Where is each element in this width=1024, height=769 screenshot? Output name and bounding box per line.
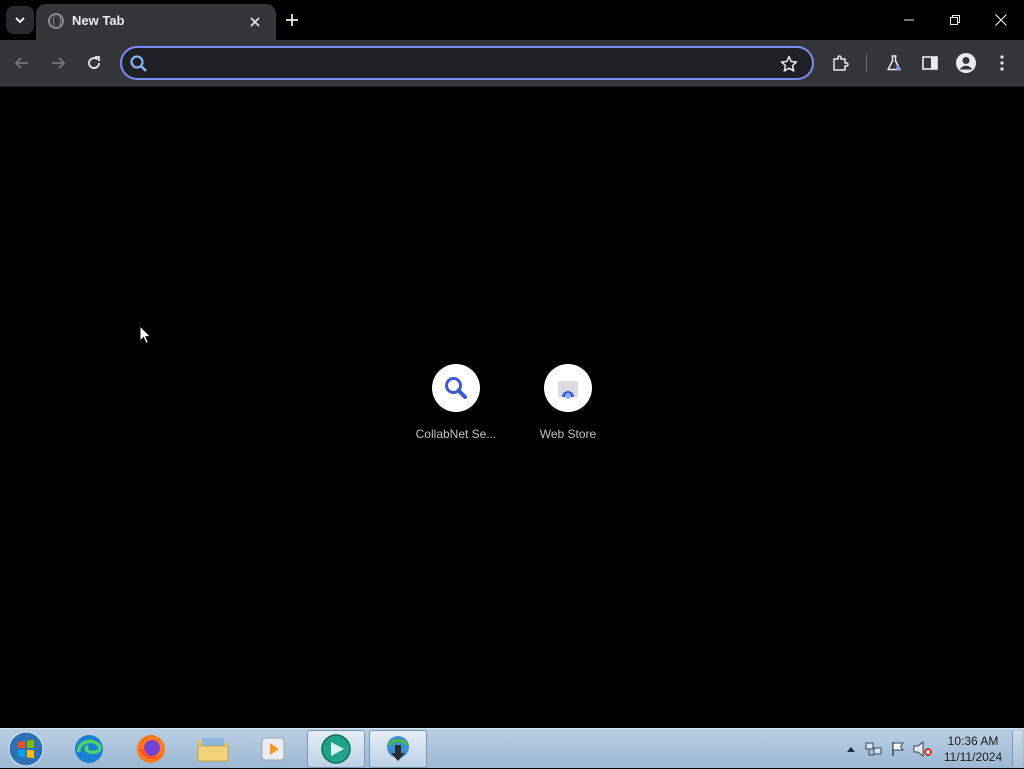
- browser-app-icon: [321, 734, 351, 764]
- web-store-icon: [558, 381, 578, 399]
- labs-button[interactable]: [878, 47, 910, 79]
- taskbar-edge[interactable]: [60, 730, 118, 768]
- toolbar-divider: [866, 54, 867, 72]
- globe-icon: [48, 13, 64, 29]
- star-icon: [780, 55, 798, 72]
- restore-button[interactable]: [932, 0, 978, 40]
- tab-search-button[interactable]: [6, 6, 34, 34]
- shortcut-icon-circle: [544, 364, 592, 412]
- edge-icon: [75, 735, 103, 763]
- shortcut-icon-circle: [432, 364, 480, 412]
- shortcut-label: Web Store: [539, 427, 597, 441]
- mouse-cursor-icon: [139, 325, 152, 345]
- tray-action-center[interactable]: [888, 729, 908, 769]
- back-button[interactable]: [6, 47, 38, 79]
- show-desktop-button[interactable]: [1012, 731, 1022, 767]
- close-window-button[interactable]: [978, 0, 1024, 40]
- clock-time: 10:36 AM: [947, 734, 999, 748]
- shortcut-label: CollabNet Se...: [415, 427, 497, 441]
- minimize-button[interactable]: [886, 0, 932, 40]
- folder-icon: [197, 738, 229, 762]
- search-icon: [445, 377, 467, 399]
- taskbar-firefox[interactable]: [122, 730, 180, 768]
- reload-button[interactable]: [78, 47, 110, 79]
- address-input[interactable]: [156, 53, 776, 73]
- close-icon: [250, 17, 260, 27]
- tab-new-tab[interactable]: New Tab: [36, 4, 276, 40]
- media-player-icon: [261, 737, 285, 761]
- chevron-down-icon: [15, 17, 25, 24]
- close-icon: [995, 14, 1007, 26]
- flask-icon: [887, 55, 901, 71]
- more-vertical-icon: [1000, 55, 1004, 71]
- system-clock[interactable]: 10:36 AM 11/11/2024: [940, 733, 1006, 765]
- restore-icon: [950, 15, 960, 25]
- taskbar: 10:36 AM 11/11/2024: [0, 728, 1024, 768]
- windows-logo-icon: [8, 731, 44, 767]
- shortcut-tile-collabnet[interactable]: CollabNet Se...: [406, 360, 506, 450]
- taskbar-browser[interactable]: [307, 730, 365, 768]
- network-icon: [865, 742, 882, 756]
- taskbar-media-player[interactable]: [244, 730, 302, 768]
- extensions-button[interactable]: [824, 47, 856, 79]
- download-manager-icon: [387, 736, 409, 761]
- tray-network[interactable]: [864, 729, 884, 769]
- menu-button[interactable]: [986, 47, 1018, 79]
- flag-icon: [892, 742, 904, 756]
- new-tab-page: CollabNet Se... Web Store: [0, 88, 1024, 728]
- shortcut-tile-web-store[interactable]: Web Store: [518, 360, 618, 450]
- search-icon: [130, 55, 147, 72]
- taskbar-download-manager[interactable]: [369, 730, 427, 768]
- forward-arrow-icon: [52, 57, 66, 69]
- tab-strip: New Tab: [0, 0, 1024, 40]
- reload-icon: [88, 56, 100, 69]
- forward-button[interactable]: [42, 47, 74, 79]
- taskbar-file-explorer[interactable]: [184, 730, 242, 768]
- bookmark-star-button[interactable]: [778, 53, 800, 75]
- address-bar[interactable]: [120, 46, 814, 80]
- tray-overflow-button[interactable]: [844, 729, 858, 769]
- tab-title: New Tab: [72, 13, 125, 28]
- volume-muted-icon: [913, 741, 932, 757]
- new-tab-button[interactable]: [280, 8, 304, 32]
- start-button[interactable]: [6, 730, 46, 768]
- back-arrow-icon: [14, 57, 28, 69]
- puzzle-icon: [833, 55, 849, 71]
- profile-button[interactable]: [950, 47, 982, 79]
- firefox-icon: [137, 735, 165, 763]
- tab-close-button[interactable]: [244, 11, 266, 33]
- avatar-icon: [956, 53, 976, 73]
- minimize-icon: [904, 19, 914, 21]
- side-panel-icon: [922, 56, 938, 70]
- browser-toolbar: [0, 40, 1024, 87]
- chevron-up-icon: [847, 747, 855, 752]
- side-panel-button[interactable]: [914, 47, 946, 79]
- tray-volume[interactable]: [912, 729, 934, 769]
- plus-icon: [286, 14, 298, 26]
- clock-date: 11/11/2024: [943, 750, 1003, 764]
